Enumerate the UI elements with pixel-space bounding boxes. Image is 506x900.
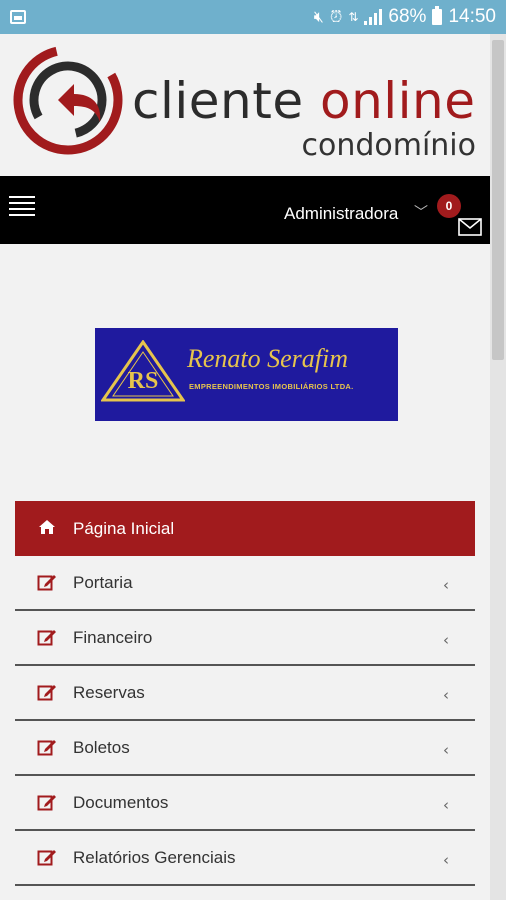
edit-icon bbox=[37, 740, 56, 756]
menu-item-label: Financeiro bbox=[73, 627, 153, 647]
main-menu: Página Inicial Portaria ‹ Financeiro ‹ R… bbox=[15, 501, 475, 886]
scrollbar-thumb[interactable] bbox=[492, 40, 504, 360]
app-page: cliente online condomínio Administradora… bbox=[0, 34, 490, 900]
notification-badge[interactable]: 0 bbox=[437, 194, 461, 218]
menu-item-label: Portaria bbox=[73, 572, 133, 592]
signal-icon bbox=[364, 9, 383, 25]
brand-subtitle: condomínio bbox=[301, 128, 476, 163]
menu-item-portaria[interactable]: Portaria ‹ bbox=[15, 556, 475, 611]
data-icon: ⇅ bbox=[348, 10, 359, 24]
menu-item-label: Página Inicial bbox=[73, 518, 175, 538]
battery-icon bbox=[432, 6, 443, 25]
top-navbar: Administradora ﹀ 0 bbox=[0, 176, 490, 244]
menu-item-financeiro[interactable]: Financeiro ‹ bbox=[15, 611, 475, 666]
menu-item-label: Relatórios Gerenciais bbox=[73, 847, 236, 867]
user-menu-label[interactable]: Administradora bbox=[284, 204, 398, 224]
mute-icon: 🔇︎ bbox=[313, 7, 324, 26]
company-tagline: EMPREENDIMENTOS IMOBILIÁRIOS LTDA. bbox=[189, 382, 354, 391]
menu-item-label: Documentos bbox=[73, 792, 169, 812]
status-bar: 🔇︎ ⏰︎ ⇅ 68% 14:50 bbox=[0, 0, 506, 34]
page-scrollbar[interactable] bbox=[490, 34, 506, 900]
chevron-left-icon: ‹ bbox=[443, 686, 449, 704]
rs-triangle-emblem: RS bbox=[101, 340, 185, 402]
chevron-left-icon: ‹ bbox=[443, 851, 449, 869]
image-icon bbox=[10, 10, 26, 24]
menu-item-boletos[interactable]: Boletos ‹ bbox=[15, 721, 475, 776]
edit-icon bbox=[37, 685, 56, 701]
company-logo: RS Renato Serafim EMPREENDIMENTOS IMOBIL… bbox=[95, 328, 398, 421]
chevron-left-icon: ‹ bbox=[443, 631, 449, 649]
menu-item-documentos[interactable]: Documentos ‹ bbox=[15, 776, 475, 831]
menu-item-label: Reservas bbox=[73, 682, 145, 702]
edit-icon bbox=[37, 630, 56, 646]
home-icon bbox=[39, 520, 55, 534]
edit-icon bbox=[37, 850, 56, 866]
mail-icon[interactable] bbox=[458, 218, 482, 236]
brand-main: cliente bbox=[132, 72, 320, 130]
hamburger-icon[interactable] bbox=[9, 196, 35, 216]
edit-icon bbox=[37, 575, 56, 591]
edit-icon bbox=[37, 795, 56, 811]
brand-title: cliente online bbox=[132, 72, 476, 130]
menu-item-relatorios-gerenciais[interactable]: Relatórios Gerenciais ‹ bbox=[15, 831, 475, 886]
brand-accent: online bbox=[319, 72, 476, 130]
chevron-left-icon: ‹ bbox=[443, 796, 449, 814]
menu-item-label: Boletos bbox=[73, 737, 130, 757]
company-initials: RS bbox=[128, 368, 159, 394]
chevron-left-icon: ‹ bbox=[443, 741, 449, 759]
company-name: Renato Serafim bbox=[187, 344, 349, 373]
app-header: cliente online condomínio bbox=[0, 34, 490, 176]
menu-item-reservas[interactable]: Reservas ‹ bbox=[15, 666, 475, 721]
back-arrow-circle-logo bbox=[13, 45, 123, 155]
status-icons: 🔇︎ ⏰︎ ⇅ 68% 14:50 bbox=[314, 6, 496, 28]
clock: 14:50 bbox=[448, 6, 496, 27]
chevron-left-icon: ‹ bbox=[443, 576, 449, 594]
battery-percent: 68% bbox=[388, 6, 427, 27]
chevron-down-icon[interactable]: ﹀ bbox=[414, 202, 428, 222]
menu-item-pagina-inicial[interactable]: Página Inicial bbox=[15, 501, 475, 556]
alarm-icon: ⏰︎ bbox=[329, 7, 343, 26]
